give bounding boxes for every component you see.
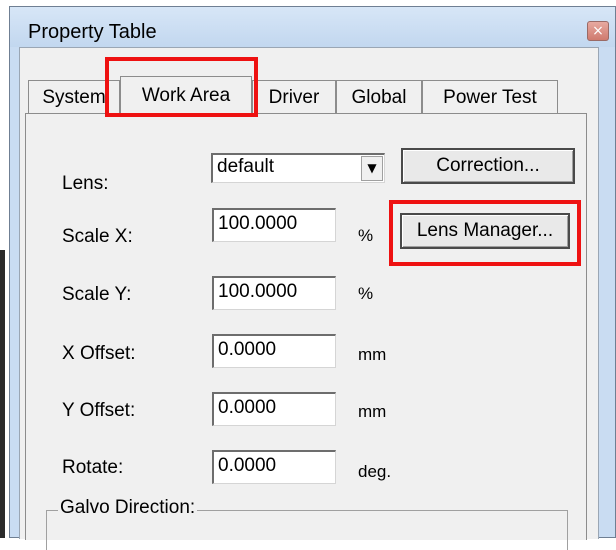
x-offset-input[interactable]: 0.0000: [212, 334, 336, 368]
tab-global[interactable]: Global: [336, 80, 422, 113]
window-title: Property Table: [28, 21, 157, 43]
correction-button[interactable]: Correction...: [401, 148, 575, 184]
rotate-input[interactable]: 0.0000: [212, 450, 336, 484]
x-offset-unit: mm: [358, 345, 387, 364]
tab-power-test[interactable]: Power Test: [422, 80, 558, 113]
tab-system[interactable]: System: [28, 80, 120, 113]
scale-y-input[interactable]: 100.0000: [212, 276, 336, 310]
lens-label: Lens:: [62, 173, 109, 194]
close-icon[interactable]: ×: [587, 21, 609, 41]
rotate-unit: deg.: [358, 462, 392, 481]
y-offset-input[interactable]: 0.0000: [212, 392, 336, 426]
chevron-down-icon[interactable]: ▼: [361, 156, 383, 181]
galvo-direction-label: Galvo Direction:: [58, 497, 198, 519]
rotate-label: Rotate:: [62, 457, 124, 478]
lens-manager-button[interactable]: Lens Manager...: [400, 213, 570, 249]
scale-x-label: Scale X:: [62, 226, 133, 247]
x-offset-label: X Offset:: [62, 343, 136, 364]
tab-bar: System Work Area Driver Global Power Tes…: [28, 76, 588, 115]
tab-work-area[interactable]: Work Area: [120, 76, 252, 115]
y-offset-label: Y Offset:: [62, 400, 136, 421]
scale-y-unit: %: [358, 284, 374, 303]
title-bar[interactable]: Property Table ×: [10, 7, 615, 47]
scale-x-input[interactable]: 100.0000: [212, 208, 336, 242]
lens-select[interactable]: default ▼: [211, 153, 385, 183]
scale-y-label: Scale Y:: [62, 284, 132, 305]
y-offset-unit: mm: [358, 402, 387, 421]
window-left-edge: [0, 250, 5, 538]
tab-driver[interactable]: Driver: [252, 80, 336, 113]
lens-select-value: default: [217, 156, 275, 177]
scale-x-unit: %: [358, 226, 374, 245]
